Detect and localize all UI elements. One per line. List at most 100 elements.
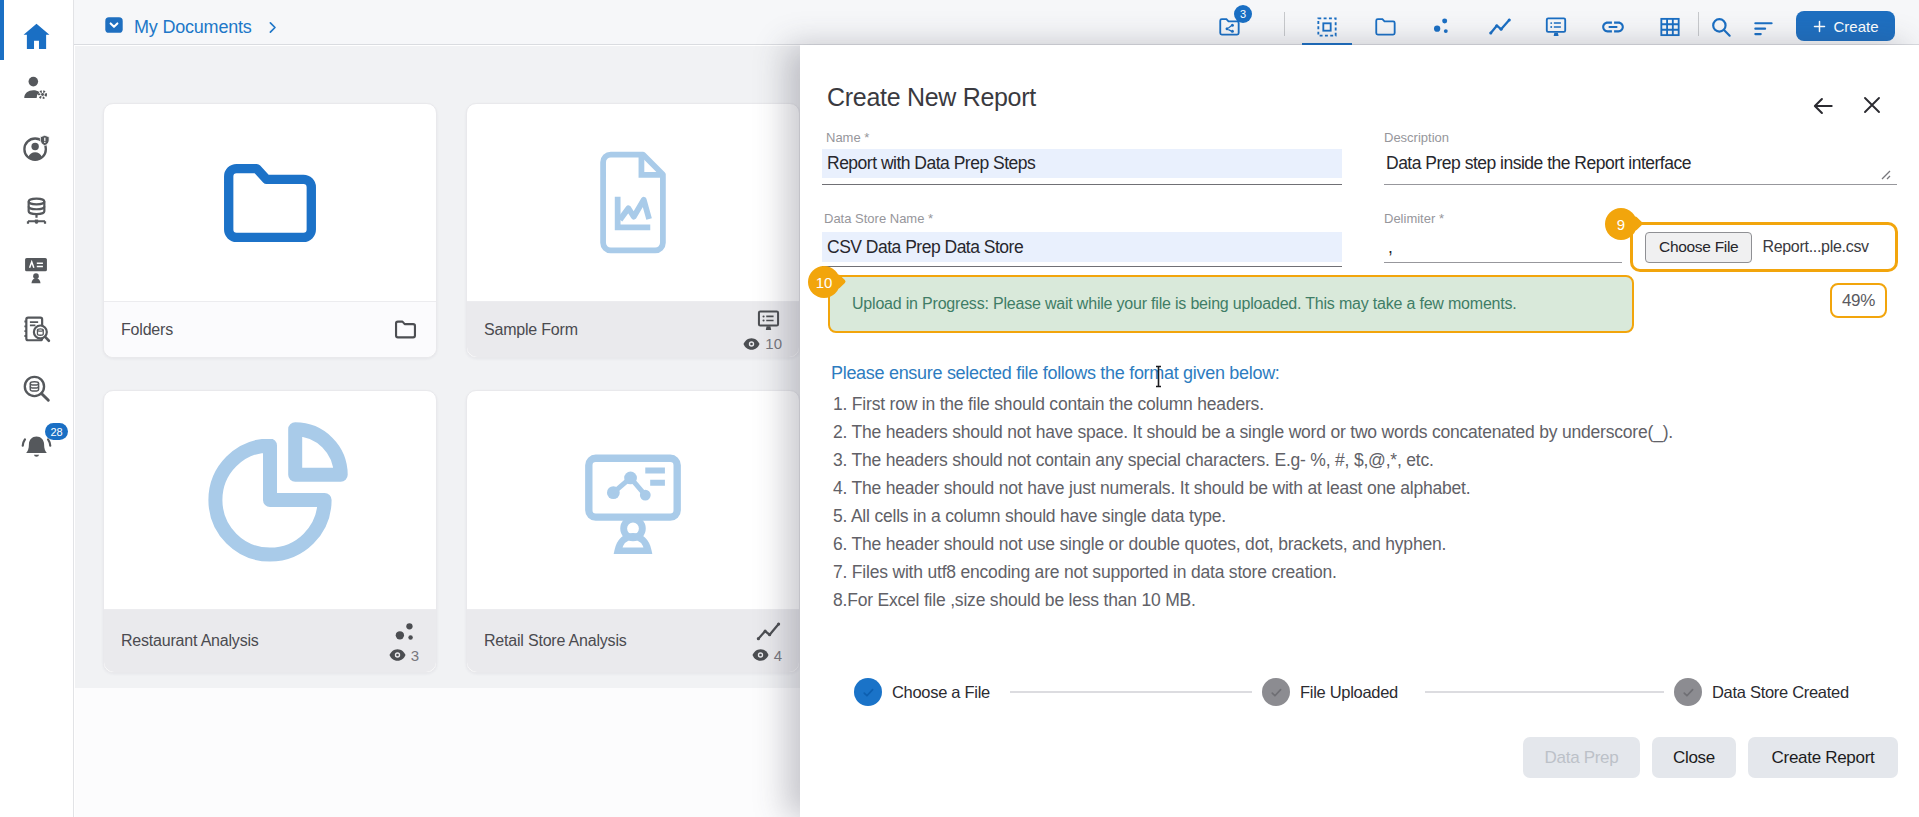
name-label: Name * bbox=[826, 130, 869, 145]
step-choose-file-label: Choose a File bbox=[892, 683, 990, 702]
rule-item: 5. All cells in a column should have sin… bbox=[833, 502, 1226, 530]
dashboards-view-icon[interactable] bbox=[1314, 14, 1340, 40]
create-button-label: Create bbox=[1833, 18, 1878, 35]
folder-thumbnail-icon bbox=[104, 104, 436, 301]
step-connector bbox=[1010, 691, 1252, 693]
folder-dropdown-icon[interactable] bbox=[103, 14, 125, 36]
file-upload-field[interactable]: Choose File Report...ple.csv bbox=[1630, 222, 1898, 272]
chart-type-icon bbox=[755, 619, 782, 646]
upload-progress-alert: Upload in Progress: Please wait while yo… bbox=[828, 275, 1634, 333]
rule-item: 3. The headers should not contain any sp… bbox=[833, 446, 1434, 474]
eye-icon bbox=[742, 337, 761, 351]
folder-type-icon bbox=[392, 316, 419, 343]
scatter-view-icon[interactable] bbox=[1429, 14, 1455, 40]
close-icon[interactable] bbox=[1860, 93, 1884, 117]
form-type-icon bbox=[755, 307, 782, 334]
card-retail-store-analysis[interactable]: Retail Store Analysis 4 bbox=[466, 390, 800, 673]
card-title: Restaurant Analysis bbox=[121, 632, 259, 650]
card-footer: Retail Store Analysis 4 bbox=[467, 609, 799, 672]
card-sample-form[interactable]: Sample Form 10 bbox=[466, 103, 800, 358]
user-settings-icon[interactable] bbox=[19, 71, 53, 105]
modal-title: Create New Report bbox=[827, 83, 1036, 112]
step-data-store-created-label: Data Store Created bbox=[1712, 683, 1849, 702]
card-folders[interactable]: Folders bbox=[103, 103, 437, 358]
name-underline bbox=[822, 184, 1342, 185]
rule-item: 4. The header should not have just numer… bbox=[833, 474, 1470, 502]
description-underline bbox=[1384, 184, 1897, 185]
share-count-badge: 3 bbox=[1234, 5, 1252, 23]
description-label: Description bbox=[1384, 130, 1449, 145]
datastore-label: Data Store Name * bbox=[824, 211, 933, 226]
card-title: Folders bbox=[121, 321, 173, 339]
rule-item: 8.For Excel file ,size should be less th… bbox=[833, 586, 1196, 614]
text-cursor bbox=[1152, 365, 1165, 388]
forms-view-icon[interactable] bbox=[1543, 14, 1569, 40]
presentation-thumbnail-icon bbox=[467, 391, 799, 609]
step-data-store-created-circle bbox=[1674, 678, 1702, 706]
toolbar-divider bbox=[1284, 12, 1285, 36]
sidebar bbox=[0, 0, 74, 817]
plus-icon bbox=[1812, 19, 1827, 34]
step-file-uploaded-circle bbox=[1262, 678, 1290, 706]
create-report-modal: Create New Report Name * Report with Dat… bbox=[800, 45, 1919, 817]
top-bar bbox=[74, 0, 1919, 45]
delimiter-input[interactable]: , bbox=[1388, 237, 1392, 258]
card-footer: Sample Form 10 bbox=[467, 301, 799, 357]
search-data-icon[interactable] bbox=[19, 371, 53, 405]
links-view-icon[interactable] bbox=[1600, 14, 1626, 40]
data-store-icon[interactable] bbox=[19, 193, 53, 227]
close-button[interactable]: Close bbox=[1652, 737, 1736, 778]
card-footer: Folders bbox=[104, 301, 436, 357]
card-title: Sample Form bbox=[484, 321, 578, 339]
training-board-icon[interactable] bbox=[19, 253, 53, 287]
create-button[interactable]: Create bbox=[1796, 11, 1895, 41]
account-alert-icon[interactable] bbox=[19, 131, 53, 165]
upload-progress-badge: 49% bbox=[1830, 283, 1887, 318]
step-file-uploaded-label: File Uploaded bbox=[1300, 683, 1398, 702]
annotation-badge-9: 9 bbox=[1605, 208, 1637, 240]
annotation-badge-10: 10 bbox=[808, 266, 840, 298]
charts-view-icon[interactable] bbox=[1487, 14, 1513, 40]
view-count: 10 bbox=[765, 335, 782, 352]
name-value: Report with Data Prep Steps bbox=[822, 149, 1342, 174]
sidebar-active-indicator bbox=[0, 0, 4, 60]
create-report-button[interactable]: Create Report bbox=[1748, 737, 1898, 778]
breadcrumb[interactable]: My Documents bbox=[134, 17, 252, 38]
datastore-underline bbox=[822, 266, 1342, 267]
back-arrow-icon[interactable] bbox=[1810, 93, 1836, 119]
sidebar-item-home[interactable] bbox=[19, 19, 53, 53]
eye-icon bbox=[751, 648, 770, 662]
search-icon[interactable] bbox=[1708, 14, 1734, 40]
description-input[interactable]: Data Prep step inside the Report interfa… bbox=[1386, 153, 1691, 174]
notifications-count-badge: 28 bbox=[45, 423, 68, 440]
rule-item: 6. The header should not use single or d… bbox=[833, 530, 1446, 558]
view-count: 3 bbox=[411, 647, 419, 664]
folders-view-icon[interactable] bbox=[1373, 14, 1399, 40]
scatter-type-icon bbox=[392, 619, 419, 646]
card-title: Retail Store Analysis bbox=[484, 632, 627, 650]
format-note: Please ensure selected file follows the … bbox=[831, 363, 1280, 384]
delimiter-label: Delimiter * bbox=[1384, 211, 1444, 226]
chevron-right-icon bbox=[264, 19, 281, 36]
data-catalog-icon[interactable] bbox=[19, 312, 53, 346]
datasheet-view-icon[interactable] bbox=[1657, 14, 1683, 40]
share-folder-icon[interactable]: 3 bbox=[1217, 14, 1243, 40]
choose-file-button[interactable]: Choose File bbox=[1645, 232, 1752, 263]
card-footer: Restaurant Analysis 3 bbox=[104, 609, 436, 672]
datastore-input[interactable]: CSV Data Prep Data Store bbox=[822, 232, 1342, 262]
step-choose-file-circle bbox=[854, 678, 882, 706]
rule-item: 7. Files with utf8 encoding are not supp… bbox=[833, 558, 1337, 586]
file-name-text: Report...ple.csv bbox=[1762, 238, 1868, 256]
delimiter-underline bbox=[1384, 262, 1622, 263]
toolbar-divider bbox=[1698, 12, 1699, 36]
resize-handle-icon[interactable] bbox=[1878, 167, 1892, 181]
rule-item: 1. First row in the file should contain … bbox=[833, 390, 1264, 418]
datastore-value: CSV Data Prep Data Store bbox=[822, 232, 1342, 258]
data-prep-button[interactable]: Data Prep bbox=[1523, 737, 1640, 778]
sort-icon[interactable] bbox=[1751, 14, 1777, 40]
form-thumbnail-icon bbox=[467, 104, 799, 301]
view-count: 4 bbox=[774, 647, 782, 664]
name-input[interactable]: Report with Data Prep Steps bbox=[822, 149, 1342, 178]
alert-text: Upload in Progress: Please wait while yo… bbox=[852, 295, 1517, 313]
card-restaurant-analysis[interactable]: Restaurant Analysis 3 bbox=[103, 390, 437, 673]
